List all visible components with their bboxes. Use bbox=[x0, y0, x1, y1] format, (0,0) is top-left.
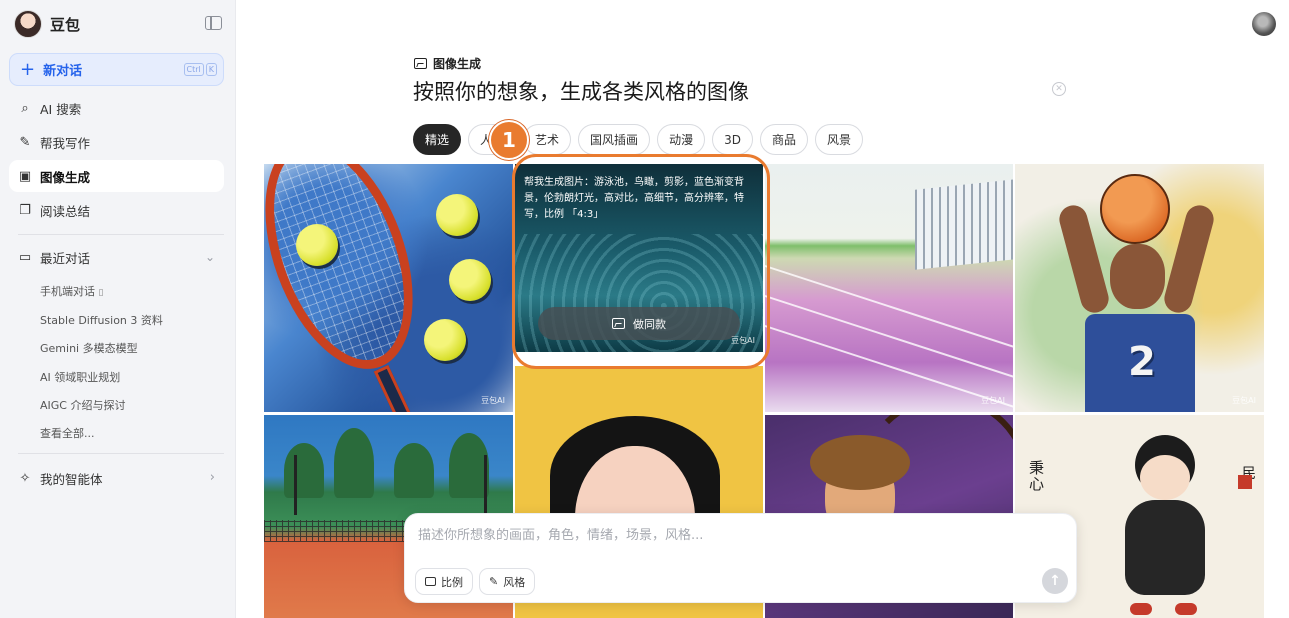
shoe-shape bbox=[1175, 603, 1197, 615]
sidebar-item-writing[interactable]: ✎ 帮我写作 bbox=[9, 126, 224, 158]
light-pole-shape bbox=[484, 455, 487, 515]
annotation-highlight bbox=[512, 154, 770, 369]
racket-handle-shape bbox=[373, 364, 427, 412]
chevron-right-icon: › bbox=[209, 470, 215, 485]
section-label-text: 图像生成 bbox=[433, 57, 482, 71]
divider bbox=[18, 453, 224, 454]
recent-chat-item[interactable]: Gemini 多模态模型 bbox=[40, 340, 138, 356]
chip-featured[interactable]: 精选 bbox=[413, 124, 462, 155]
jersey-number: 2 bbox=[1128, 339, 1156, 385]
shortcut-hint: Ctrl K bbox=[183, 63, 217, 76]
image-icon bbox=[414, 58, 427, 69]
watermark: 豆包AI bbox=[981, 396, 1005, 405]
gallery-image-stadium[interactable]: 豆包AI bbox=[765, 164, 1013, 412]
sidebar-item-image-generation[interactable]: ▣ 图像生成 bbox=[9, 160, 224, 192]
sidebar-item-ai-search[interactable]: ⌕ AI 搜索 bbox=[9, 92, 224, 124]
recent-chat-item[interactable]: AIGC 介绍与探讨 bbox=[40, 397, 125, 413]
child-body-shape bbox=[1125, 500, 1205, 595]
my-agents-label: 我的智能体 bbox=[40, 471, 103, 487]
calligraphy-mark: 秉心 bbox=[1029, 459, 1045, 493]
recent-chats-title: 最近对话 bbox=[40, 250, 91, 266]
chip-product[interactable]: 商品 bbox=[759, 124, 808, 155]
tennis-ball-shape bbox=[436, 194, 478, 236]
recent-chat-item[interactable]: 手机端对话 ▯ bbox=[40, 283, 103, 299]
sidebar-collapse-icon[interactable] bbox=[205, 16, 222, 30]
tennis-ball-shape bbox=[449, 259, 491, 301]
my-agents-item[interactable]: ✧ 我的智能体 › bbox=[9, 463, 224, 493]
watermark: 豆包AI bbox=[481, 396, 505, 405]
brand-name: 豆包 bbox=[50, 15, 81, 34]
shoe-shape bbox=[1130, 603, 1152, 615]
ratio-label: 比例 bbox=[441, 575, 463, 589]
recent-chat-label: 手机端对话 bbox=[40, 285, 95, 298]
mobile-icon: ▯ bbox=[98, 288, 104, 298]
tennis-ball-shape bbox=[424, 319, 466, 361]
chip-3d[interactable]: 3D bbox=[712, 124, 753, 155]
image-icon: ▣ bbox=[18, 168, 32, 184]
prompt-input[interactable] bbox=[418, 528, 1058, 543]
plus-icon: + bbox=[20, 58, 36, 80]
tennis-ball-shape bbox=[296, 224, 338, 266]
tree-shape bbox=[449, 433, 489, 498]
brand-avatar bbox=[14, 10, 42, 38]
sidebar-item-label: 图像生成 bbox=[40, 169, 91, 185]
light-pole-shape bbox=[294, 455, 297, 515]
new-chat-label: 新对话 bbox=[43, 64, 83, 79]
annotation-badge: 1 bbox=[489, 120, 529, 160]
player-head-shape bbox=[1110, 244, 1165, 309]
chip-guofeng[interactable]: 国风插画 bbox=[578, 124, 651, 155]
recent-chats-header[interactable]: ▭ 最近对话 ⌄ bbox=[9, 242, 224, 272]
archer-hair-shape bbox=[810, 435, 910, 490]
sidebar-item-reading-summary[interactable]: ❐ 阅读总结 bbox=[9, 194, 224, 226]
recent-chat-item[interactable]: AI 领域职业规划 bbox=[40, 369, 120, 385]
sidebar-item-label: AI 搜索 bbox=[40, 101, 82, 117]
red-seal-shape bbox=[1238, 475, 1252, 489]
chip-landscape[interactable]: 风景 bbox=[814, 124, 863, 155]
chip-art[interactable]: 艺术 bbox=[523, 124, 572, 155]
style-button[interactable]: ✎ 风格 bbox=[479, 568, 536, 595]
sparkle-icon: ✧ bbox=[19, 470, 31, 486]
track-line bbox=[765, 254, 1013, 356]
gallery-image-tennis[interactable]: 豆包AI bbox=[264, 164, 513, 412]
shortcut-key-ctrl: Ctrl bbox=[183, 63, 204, 76]
sidebar-item-label: 阅读总结 bbox=[40, 203, 91, 219]
search-icon: ⌕ bbox=[21, 100, 29, 116]
arm-shape bbox=[1161, 202, 1217, 316]
arrow-up-icon: ↑ bbox=[1049, 573, 1061, 589]
tree-shape bbox=[394, 443, 434, 498]
brand[interactable]: 豆包 bbox=[14, 10, 80, 38]
tree-shape bbox=[334, 428, 374, 498]
chevron-down-icon: ⌄ bbox=[204, 250, 215, 264]
book-icon: ❐ bbox=[19, 202, 31, 218]
racket-shape bbox=[264, 164, 442, 389]
new-chat-button[interactable]: + 新对话 Ctrl K bbox=[9, 53, 224, 86]
prompt-composer: 比例 ✎ 风格 ↑ bbox=[404, 513, 1077, 603]
category-chips: 精选 人像 艺术 国风插画 动漫 3D 商品 风景 bbox=[413, 124, 863, 155]
tree-shape bbox=[284, 443, 324, 498]
ratio-button[interactable]: 比例 bbox=[415, 568, 473, 595]
child-face-shape bbox=[1140, 455, 1190, 500]
chip-anime[interactable]: 动漫 bbox=[657, 124, 706, 155]
sidebar-item-label: 帮我写作 bbox=[40, 135, 91, 151]
basketball-shape bbox=[1100, 174, 1170, 244]
section-label: 图像生成 bbox=[414, 55, 481, 72]
divider bbox=[18, 234, 224, 235]
recent-chat-item[interactable]: Stable Diffusion 3 资料 bbox=[40, 312, 163, 328]
send-button[interactable]: ↑ bbox=[1042, 568, 1068, 594]
pen-icon: ✎ bbox=[19, 134, 31, 150]
gallery-image-basketball[interactable]: 2 豆包AI bbox=[1015, 164, 1264, 412]
brush-icon: ✎ bbox=[489, 575, 499, 588]
sidebar: 豆包 + 新对话 Ctrl K ⌕ AI 搜索 ✎ 帮我写作 ▣ 图像生成 ❐ … bbox=[0, 0, 236, 618]
view-all-link[interactable]: 查看全部... bbox=[40, 425, 95, 441]
user-avatar[interactable] bbox=[1252, 12, 1276, 36]
shortcut-key-k: K bbox=[205, 63, 217, 76]
chat-bubble-icon: ▭ bbox=[18, 249, 32, 265]
watermark: 豆包AI bbox=[1232, 396, 1256, 405]
close-icon[interactable]: ✕ bbox=[1052, 82, 1066, 96]
page-title: 按照你的想象，生成各类风格的图像 bbox=[413, 80, 749, 104]
ratio-icon bbox=[425, 577, 436, 586]
stadium-stand-shape bbox=[915, 178, 1013, 270]
style-label: 风格 bbox=[503, 575, 526, 589]
